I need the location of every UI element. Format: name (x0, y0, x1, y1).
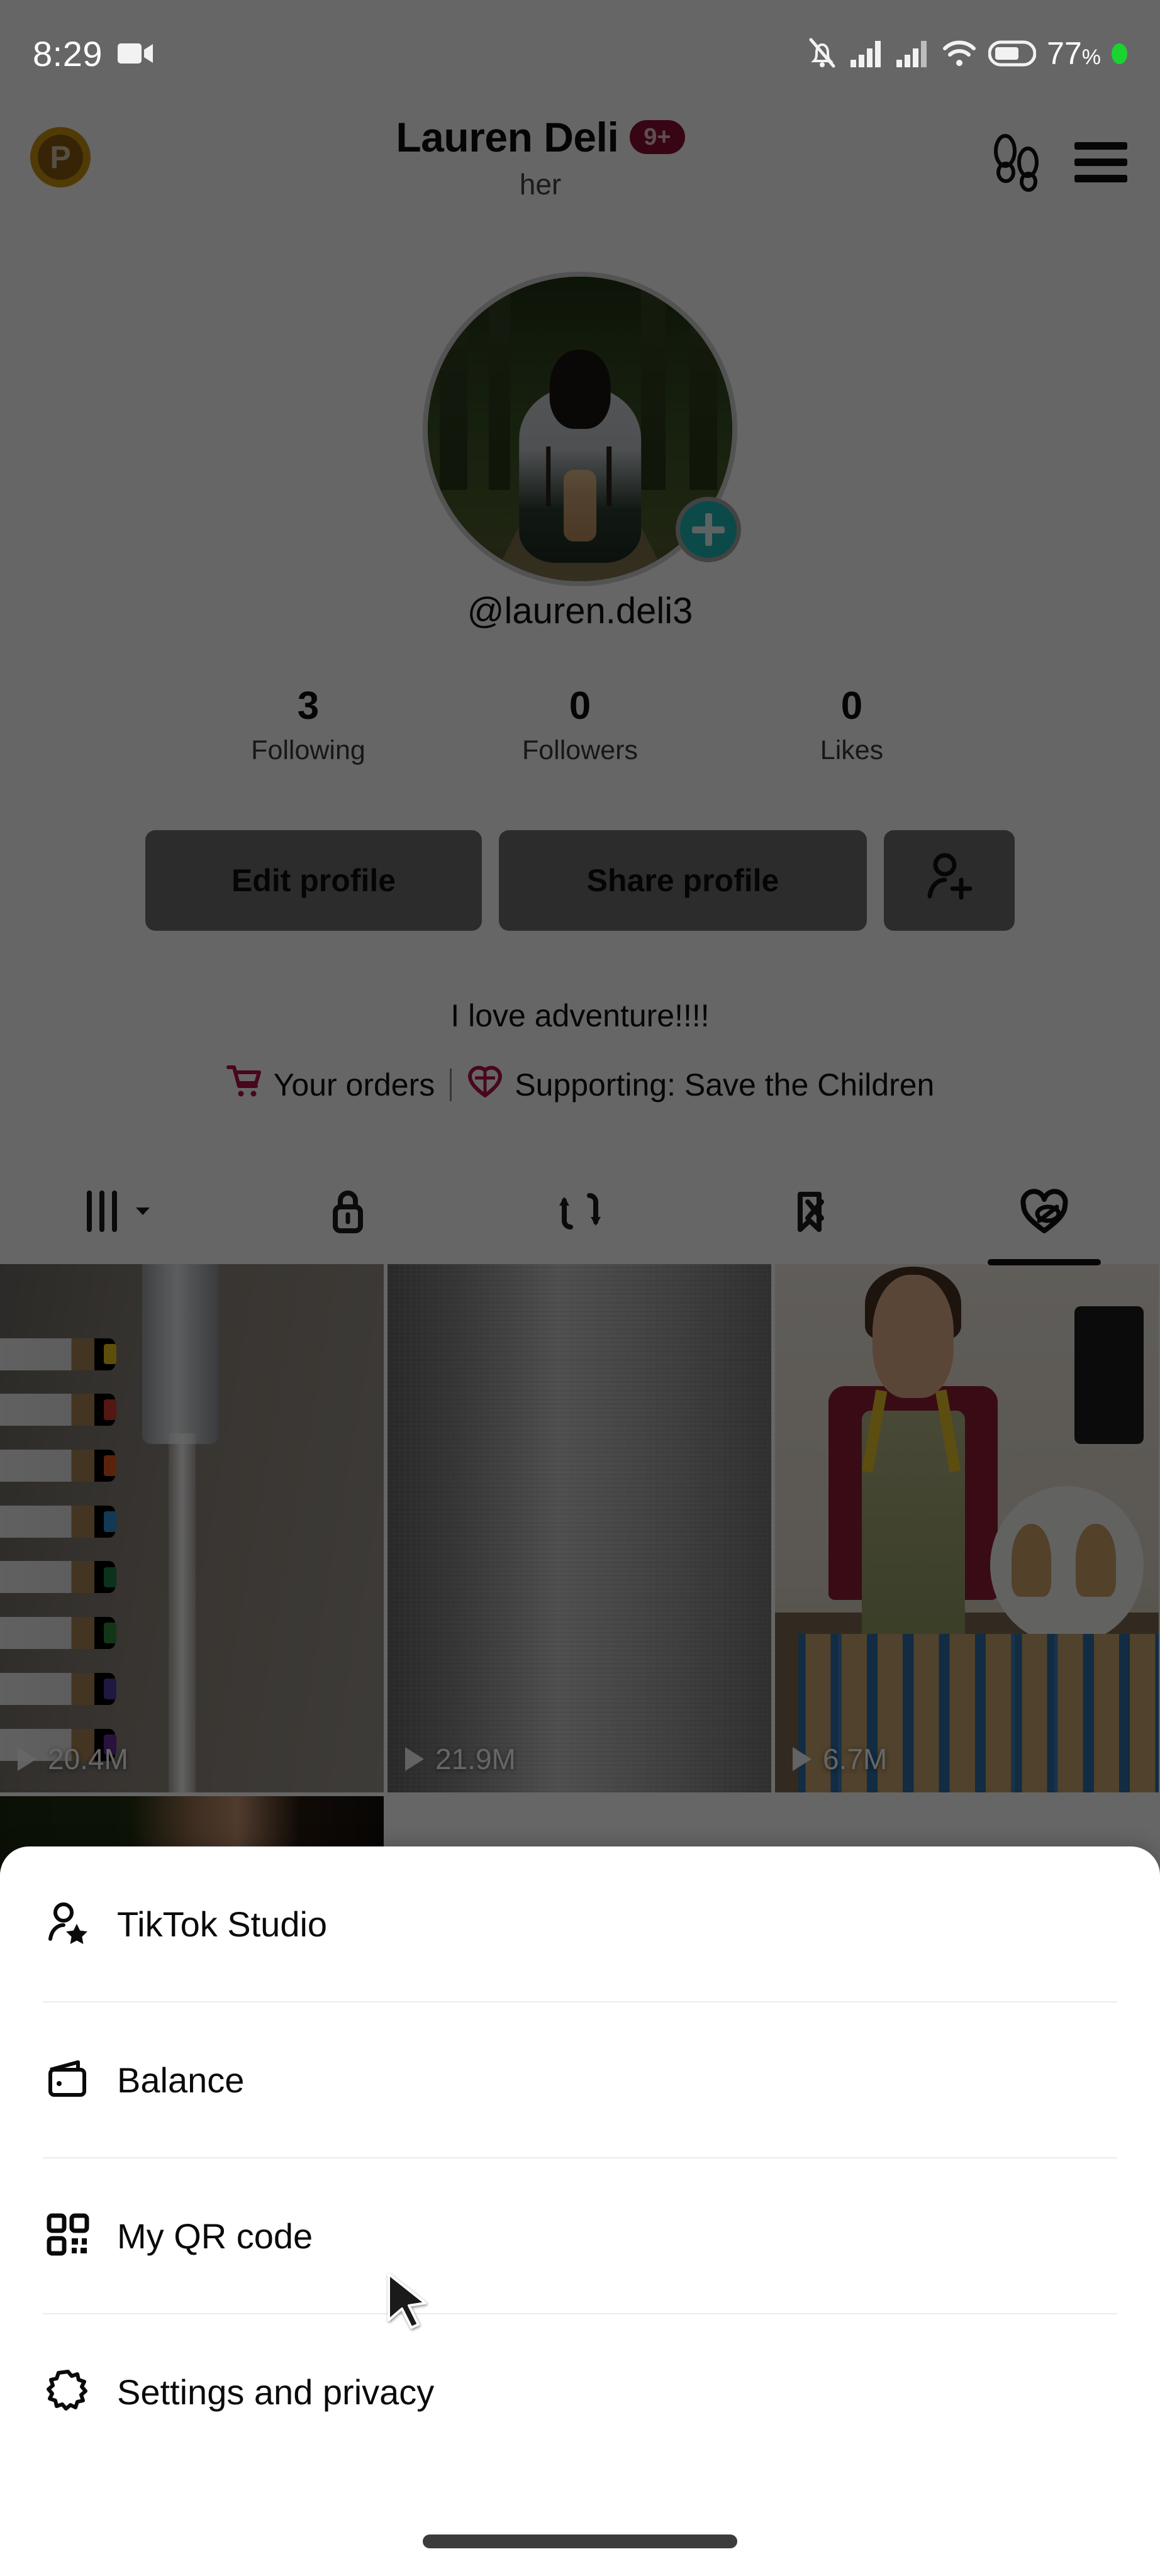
green-status-dot (1112, 43, 1127, 64)
tab-reposts[interactable] (464, 1156, 696, 1269)
video-thumbnail[interactable]: 6.7M (775, 1264, 1159, 1792)
points-coin-icon[interactable]: P (30, 127, 91, 187)
add-story-button[interactable] (676, 497, 741, 562)
tab-saved[interactable] (696, 1156, 928, 1269)
supporting-link[interactable]: Supporting: Save the Children (467, 1063, 934, 1107)
shopping-cart-icon (226, 1063, 262, 1107)
phone-screen: P Lauren Deli 9+ her @lauren.deli3 3 Fol… (0, 0, 1160, 2576)
grid-bars-icon (81, 1184, 127, 1241)
menu-item-label: Settings and privacy (117, 2372, 435, 2412)
stat-value: 3 (297, 684, 320, 728)
profile-actions: Edit profile Share profile (0, 830, 1160, 931)
cell-signal-icon (895, 38, 930, 69)
view-count-value: 21.9M (435, 1743, 516, 1775)
wifi-icon (941, 38, 978, 69)
menu-item-settings-and-privacy[interactable]: Settings and privacy (0, 2314, 1160, 2469)
repost-icon (557, 1184, 603, 1241)
your-orders-label: Your orders (273, 1067, 435, 1102)
home-indicator-bar[interactable] (423, 2534, 737, 2548)
active-tab-indicator (987, 1259, 1101, 1265)
person-star-icon (45, 1900, 91, 1948)
battery-icon (988, 40, 1037, 67)
view-count-value: 6.7M (823, 1743, 888, 1775)
video-grid: 20.4M 21.9M 6.7M (0, 1264, 1160, 1872)
view-count: 20.4M (18, 1742, 128, 1776)
avatar[interactable] (423, 272, 741, 586)
profile-handle[interactable]: @lauren.deli3 (0, 590, 1160, 632)
stat-following[interactable]: 3 Following (172, 686, 444, 766)
bottom-sheet-menu: TikTok Studio Balance My QR code Setting… (0, 1846, 1160, 2576)
grid-row: 20.4M 21.9M 6.7M (0, 1264, 1160, 1792)
person-add-icon (922, 850, 976, 911)
tab-private[interactable] (232, 1156, 464, 1269)
menu-item-label: My QR code (117, 2216, 313, 2256)
share-profile-button[interactable]: Share profile (499, 830, 867, 931)
tab-posts-grid[interactable] (0, 1156, 232, 1269)
profile-bio: I love adventure!!!! (450, 998, 710, 1033)
view-count: 6.7M (793, 1742, 887, 1776)
display-name-row[interactable]: Lauren Deli 9+ (396, 113, 685, 161)
play-triangle-icon (793, 1747, 811, 1771)
menu-item-balance[interactable]: Balance (0, 2002, 1160, 2157)
profile-header: P Lauren Deli 9+ her (0, 113, 1160, 214)
header-actions (990, 132, 1130, 196)
charity-heart-icon (467, 1063, 503, 1107)
battery-percent: 77% (1047, 36, 1101, 71)
chevron-down-icon (135, 1205, 151, 1221)
menu-item-tiktok-studio[interactable]: TikTok Studio (0, 1846, 1160, 2001)
supporting-label: Supporting: Save the Children (515, 1067, 935, 1102)
add-friend-button[interactable] (884, 830, 1015, 931)
wallet-icon (45, 2056, 91, 2104)
video-camera-icon (116, 40, 155, 67)
coin-letter: P (38, 135, 83, 180)
profile-links: Your orders Supporting: Save the Childre… (0, 1063, 1160, 1107)
hamburger-menu-icon[interactable] (1072, 139, 1130, 189)
stat-label: Followers (522, 735, 638, 766)
header-title-block: Lauren Deli 9+ her (91, 113, 990, 201)
footprints-icon[interactable] (990, 132, 1044, 196)
pronoun-label: her (519, 168, 562, 201)
profile-tabs (0, 1156, 1160, 1269)
stat-likes[interactable]: 0 Likes (716, 686, 988, 766)
menu-item-label: TikTok Studio (117, 1904, 328, 1944)
cell-signal-icon (849, 38, 884, 69)
lock-icon (325, 1184, 371, 1241)
stat-value: 0 (569, 684, 591, 728)
status-time: 8:29 (33, 33, 103, 74)
your-orders-link[interactable]: Your orders (226, 1063, 435, 1107)
page-title: Lauren Deli (396, 114, 619, 160)
status-badge: 9+ (630, 120, 685, 154)
menu-item-my-qr-code[interactable]: My QR code (0, 2158, 1160, 2313)
stat-followers[interactable]: 0 Followers (444, 686, 716, 766)
video-thumbnail[interactable]: 21.9M (388, 1264, 771, 1792)
play-triangle-icon (405, 1747, 424, 1771)
bell-off-icon (806, 36, 839, 71)
mouse-pointer-icon (385, 2272, 434, 2344)
status-bar: 8:29 77% (0, 0, 1160, 107)
stat-label: Likes (820, 735, 884, 766)
view-count: 21.9M (405, 1742, 516, 1776)
qr-code-icon (45, 2212, 91, 2260)
tab-liked[interactable] (928, 1156, 1160, 1269)
heart-hidden-icon (1018, 1184, 1071, 1241)
stat-label: Following (251, 735, 365, 766)
view-count-value: 20.4M (48, 1743, 128, 1775)
profile-stats: 3 Following 0 Followers 0 Likes (0, 686, 1160, 766)
play-triangle-icon (18, 1747, 36, 1771)
edit-profile-button[interactable]: Edit profile (145, 830, 482, 931)
stat-value: 0 (840, 684, 863, 728)
links-divider (450, 1069, 452, 1101)
bookmark-off-icon (789, 1184, 835, 1241)
menu-item-label: Balance (117, 2060, 245, 2100)
video-thumbnail[interactable]: 20.4M (0, 1264, 384, 1792)
gear-icon (45, 2368, 91, 2416)
